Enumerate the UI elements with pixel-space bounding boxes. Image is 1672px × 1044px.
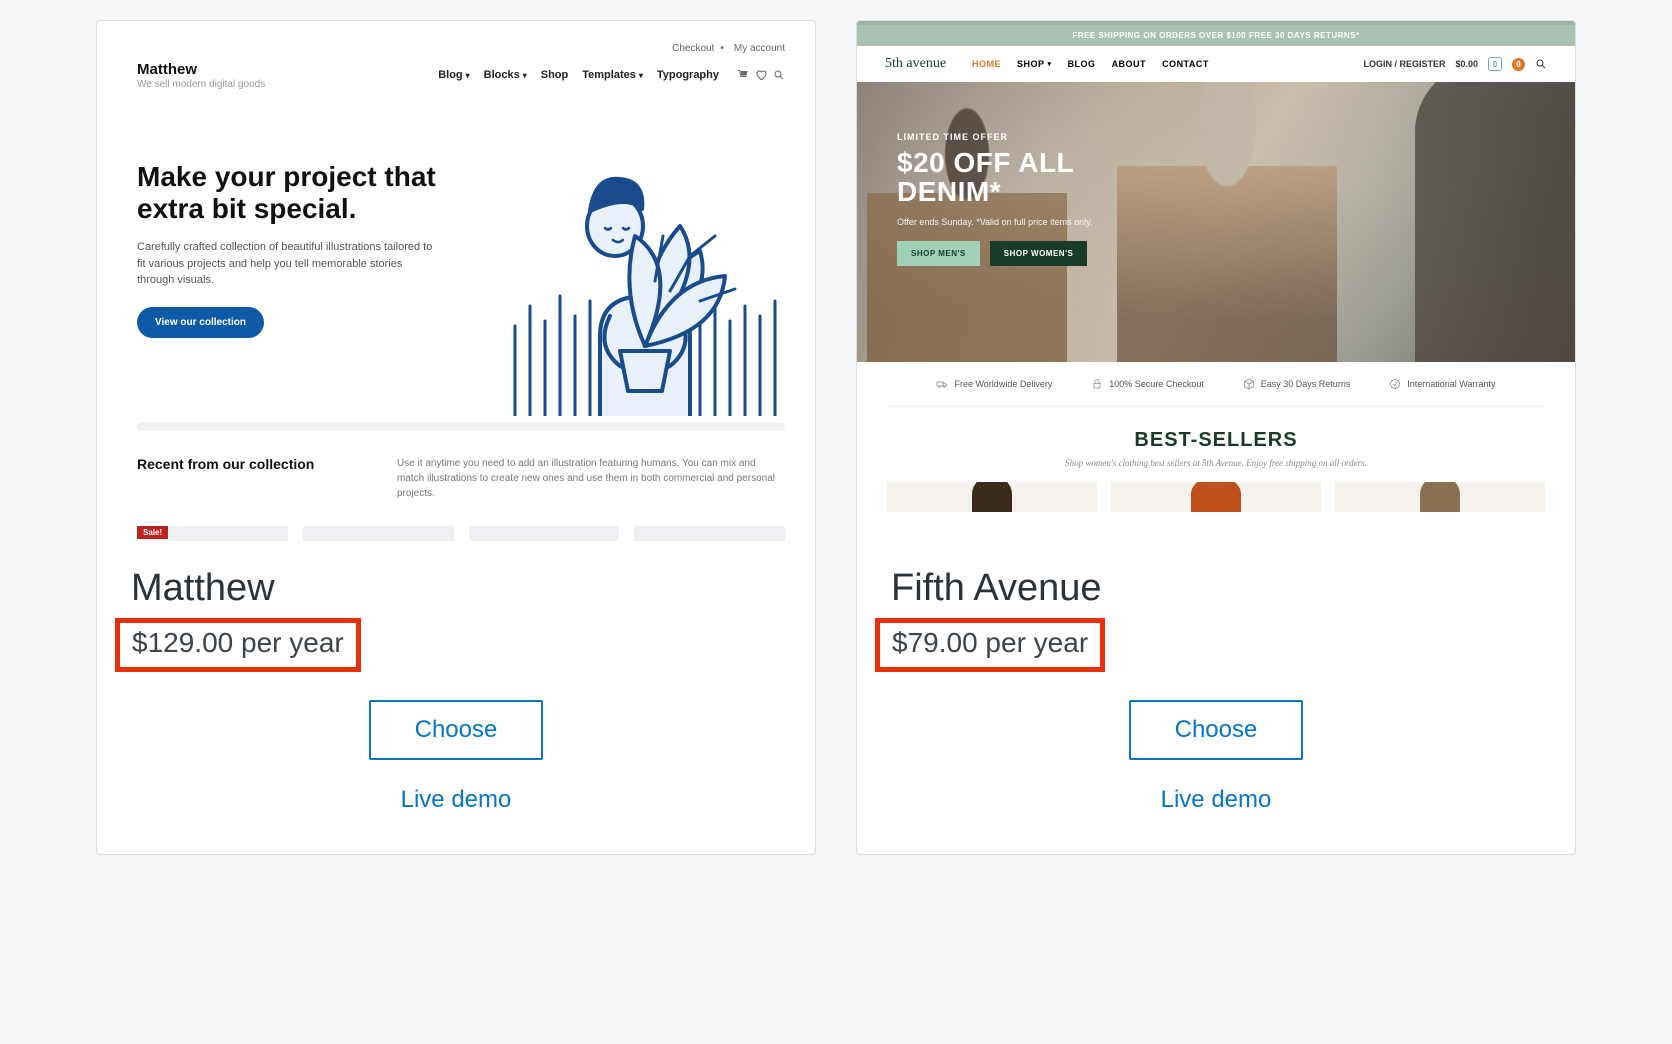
theme-card-fifth-avenue: FREE SHIPPING ON ORDERS OVER $100 FREE 3… [856,20,1576,855]
theme-meta: Fifth Avenue $79.00 per year Choose Live… [857,541,1575,854]
live-demo-link[interactable]: Live demo [1161,786,1272,814]
preview-divider [137,423,785,431]
nav-item-blog: Blog▾ [438,69,469,81]
hero-offer-text: Offer ends Sunday. *Valid on full price … [897,217,1092,227]
hero-person-illustration [1415,82,1575,362]
chevron-down-icon: ▾ [639,71,643,80]
hero-shop-mens-button: SHOP MEN'S [897,241,980,266]
thumb-item [634,526,785,541]
product-thumb [1335,482,1545,512]
product-thumb [1111,482,1321,512]
theme-preview[interactable]: Checkout•My account Matthew We sell mode… [97,21,815,541]
subsection-desc: Use it anytime you need to add an illust… [397,456,785,501]
logo-title: Matthew [137,61,265,78]
chevron-down-icon: ▾ [1048,60,1052,68]
menu-about: ABOUT [1112,59,1147,69]
checkout-link: Checkout [672,43,714,54]
preview-logo: Matthew We sell modern digital goods [137,61,265,90]
box-icon [1243,378,1255,390]
menu-contact: CONTACT [1162,59,1209,69]
preview-top-links: Checkout•My account [666,43,785,54]
product-thumb [887,482,1097,512]
theme-card-matthew: Checkout•My account Matthew We sell mode… [96,20,816,855]
chevron-down-icon: ▾ [466,71,470,80]
brand-logo: 5th avenue [885,56,946,72]
product-image [1191,482,1241,512]
product-image [972,482,1012,512]
preview-top-banner: FREE SHIPPING ON ORDERS OVER $100 FREE 3… [857,21,1575,46]
preview-right-nav: LOGIN / REGISTER $0.00 0 0 [1363,57,1547,71]
theme-grid: Checkout•My account Matthew We sell mode… [96,20,1576,855]
hero-illustration [505,116,785,416]
shield-check-icon [1389,378,1401,390]
nav-item-templates: Templates▾ [582,69,643,81]
search-icon [1535,58,1547,70]
cart-amount: $0.00 [1455,59,1478,69]
choose-button[interactable]: Choose [369,700,544,760]
heart-icon [755,69,767,81]
feature-delivery: Free Worldwide Delivery [936,378,1052,390]
price-highlight: $79.00 per year [875,618,1105,672]
nav-item-typography: Typography [657,69,719,81]
product-image [1420,482,1460,512]
hero-eyebrow: LIMITED TIME OFFER [897,132,1092,142]
nav-item-shop: Shop [541,69,569,81]
preview-subsection: Recent from our collection Use it anytim… [137,456,785,501]
hero-sub: Carefully crafted collection of beautifu… [137,239,437,289]
theme-preview[interactable]: FREE SHIPPING ON ORDERS OVER $100 FREE 3… [857,21,1575,541]
truck-icon [936,378,948,390]
lock-icon [1091,378,1103,390]
feature-warranty: International Warranty [1389,378,1495,390]
thumb-item: Sale! [137,526,288,541]
live-demo-link[interactable]: Live demo [401,786,512,814]
search-icon [773,69,785,81]
hero-text: LIMITED TIME OFFER $20 OFF ALLDENIM* Off… [897,132,1092,266]
sale-badge: Sale! [137,526,168,539]
preview-features: Free Worldwide Delivery 100% Secure Chec… [887,362,1545,407]
preview-menu: HOME SHOP▾ BLOG ABOUT CONTACT [972,59,1209,69]
hero-cta-button: View our collection [137,307,264,338]
hero-shop-womens-button: SHOP WOMEN'S [990,241,1088,266]
price-highlight: $129.00 per year [115,618,361,672]
chevron-down-icon: ▾ [523,71,527,80]
subsection-heading: Recent from our collection [137,456,367,501]
hero-headline: $20 OFF ALLDENIM* [897,148,1092,207]
cart-count-badge: 0 [1488,57,1502,71]
menu-blog: BLOG [1068,59,1096,69]
preview-bestsellers: BEST-SELLERS Shop women's clothing best … [857,407,1575,468]
preview-thumbnails: Sale! [137,526,785,541]
theme-price: $129.00 per year [132,627,344,659]
preview-hero: LIMITED TIME OFFER $20 OFF ALLDENIM* Off… [857,82,1575,362]
menu-home: HOME [972,59,1001,69]
preview-hero: Make your project that extra bit special… [137,161,437,338]
theme-meta: Matthew $129.00 per year Choose Live dem… [97,541,815,854]
feature-returns: Easy 30 Days Returns [1243,378,1351,390]
logo-tagline: We sell modern digital goods [137,79,265,90]
preview-products [857,468,1575,512]
theme-title: Fifth Avenue [891,567,1541,610]
feature-secure: 100% Secure Checkout [1091,378,1204,390]
wishlist-count-badge: 0 [1512,58,1525,71]
login-link: LOGIN / REGISTER [1363,59,1445,69]
preview-navbar: 5th avenue HOME SHOP▾ BLOG ABOUT CONTACT… [857,46,1575,82]
bestsellers-sub: Shop women's clothing best sellers at 5t… [887,458,1545,468]
choose-button[interactable]: Choose [1129,700,1304,760]
theme-price: $79.00 per year [892,627,1088,659]
menu-shop: SHOP▾ [1017,59,1052,69]
hero-headline: Make your project that extra bit special… [137,161,437,225]
hero-person-illustration [1117,82,1337,362]
cart-icon [737,69,749,81]
account-link: My account [734,43,785,54]
theme-title: Matthew [131,567,781,610]
nav-item-blocks: Blocks▾ [484,69,527,81]
thumb-item [303,526,454,541]
bestsellers-title: BEST-SELLERS [887,429,1545,452]
preview-nav: Blog▾ Blocks▾ Shop Templates▾ Typography [438,69,785,81]
thumb-item [469,526,620,541]
